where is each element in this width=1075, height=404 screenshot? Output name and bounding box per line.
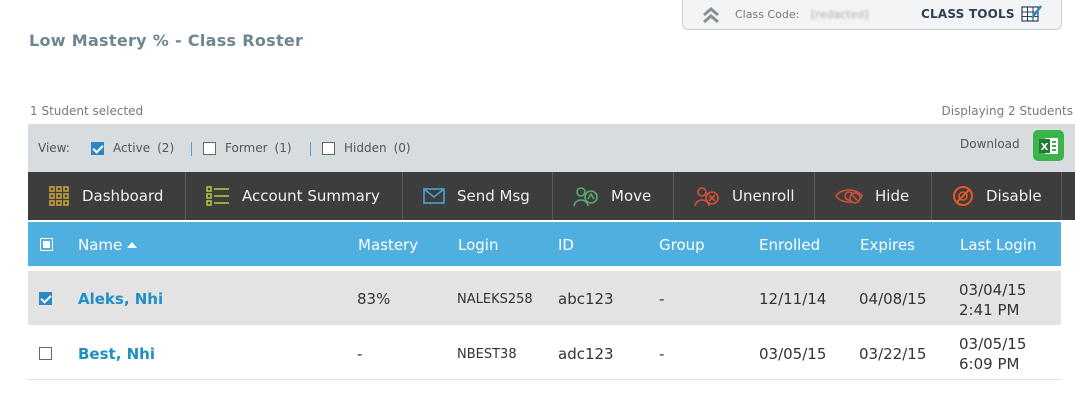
filter-hidden-count: (0)	[393, 141, 411, 155]
last-login-time: 2:41 PM	[959, 301, 1020, 319]
page-title: Low Mastery % - Class Roster	[29, 31, 304, 50]
dashboard-label: Dashboard	[82, 187, 164, 205]
column-header-enrolled[interactable]: Enrolled	[759, 236, 820, 254]
move-button[interactable]: Move	[553, 172, 674, 220]
hide-label: Hide	[875, 187, 910, 205]
disable-icon	[953, 186, 973, 206]
selected-count: 1 Student selected	[30, 104, 144, 118]
filter-former-count: (1)	[274, 141, 292, 155]
filter-separator	[191, 142, 192, 156]
column-header-expires[interactable]: Expires	[860, 236, 915, 254]
filter-active-label: Active	[113, 141, 151, 155]
move-icon	[573, 187, 598, 207]
table-row[interactable]: Aleks, Nhi 83% NALEKS258 abc123 - 12/11/…	[28, 271, 1061, 325]
send-msg-label: Send Msg	[457, 187, 530, 205]
filter-hidden-label: Hidden	[344, 141, 387, 155]
row-checkbox[interactable]	[39, 347, 52, 360]
hide-eye-icon	[835, 189, 863, 204]
expires-cell: 03/22/15	[859, 345, 927, 363]
unenroll-label: Unenroll	[732, 187, 795, 205]
filter-hidden[interactable]: Hidden (0)	[322, 141, 411, 155]
last-login-date: 03/05/15	[959, 335, 1027, 353]
roster-table-header: Name Mastery Login ID Group Enrolled Exp…	[28, 222, 1061, 266]
column-header-name[interactable]: Name	[78, 236, 138, 254]
expires-cell: 04/08/15	[859, 290, 927, 308]
class-code-label: Class Code:	[735, 8, 800, 21]
column-header-group[interactable]: Group	[659, 236, 705, 254]
account-summary-label: Account Summary	[242, 187, 380, 205]
filter-active-count: (2)	[157, 141, 175, 155]
displaying-count: Displaying 2 Students	[941, 104, 1073, 118]
mastery-cell: -	[357, 345, 363, 363]
download-label: Download	[960, 137, 1020, 151]
account-summary-button[interactable]: Account Summary	[186, 172, 403, 220]
action-toolbar: Dashboard Account Summary Send Msg Move	[28, 172, 1075, 220]
svg-text:X: X	[1040, 142, 1048, 153]
sort-ascending-icon	[127, 241, 138, 248]
last-login-date: 03/04/15	[959, 281, 1027, 299]
send-msg-button[interactable]: Send Msg	[403, 172, 553, 220]
filter-active[interactable]: Active (2)	[91, 141, 174, 155]
student-name-link[interactable]: Aleks, Nhi	[78, 290, 163, 308]
class-tools-button[interactable]: CLASS TOOLS	[921, 7, 1015, 21]
class-tools-panel: Class Code: [redacted] CLASS TOOLS	[682, 0, 1062, 30]
id-cell: abc123	[558, 290, 614, 308]
last-login-time: 6:09 PM	[959, 355, 1020, 373]
filter-former[interactable]: Former (1)	[203, 141, 292, 155]
dashboard-grid-icon	[49, 186, 69, 206]
group-cell: -	[659, 345, 665, 363]
column-header-last-login[interactable]: Last Login	[960, 236, 1036, 254]
disable-button[interactable]: Disable	[932, 172, 1062, 220]
filter-former-label: Former	[225, 141, 268, 155]
mastery-cell: 83%	[357, 290, 391, 308]
last-login-cell: 03/04/15 2:41 PM	[959, 280, 1026, 320]
table-row[interactable]: Best, Nhi - NBEST38 adc123 - 03/05/15 03…	[28, 326, 1061, 380]
enrolled-cell: 03/05/15	[759, 345, 827, 363]
row-checkbox[interactable]	[39, 292, 52, 305]
column-header-mastery[interactable]: Mastery	[358, 236, 418, 254]
column-header-login[interactable]: Login	[458, 236, 498, 254]
view-filter-bar: View: Active (2) Former (1) Hidden (0) D…	[28, 124, 1075, 172]
id-cell: adc123	[558, 345, 614, 363]
former-checkbox[interactable]	[203, 141, 216, 155]
unenroll-icon	[694, 187, 719, 207]
student-name-link[interactable]: Best, Nhi	[78, 345, 155, 363]
login-cell: NALEKS258	[457, 292, 533, 307]
select-all-checkbox[interactable]	[40, 238, 53, 251]
enrolled-cell: 12/11/14	[759, 290, 827, 308]
excel-download-icon[interactable]: X	[1033, 130, 1064, 161]
filter-separator	[310, 142, 311, 156]
class-tools-icon[interactable]	[1021, 4, 1043, 22]
last-login-cell: 03/05/15 6:09 PM	[959, 334, 1026, 374]
active-checkbox[interactable]	[91, 141, 104, 155]
hide-button[interactable]: Hide	[815, 172, 932, 220]
collapse-chevron-icon[interactable]	[701, 5, 721, 25]
account-list-icon	[206, 186, 229, 206]
column-header-id[interactable]: ID	[558, 236, 574, 254]
move-label: Move	[611, 187, 652, 205]
view-label: View:	[38, 141, 70, 155]
login-cell: NBEST38	[457, 347, 517, 362]
hidden-checkbox[interactable]	[322, 141, 335, 155]
dashboard-button[interactable]: Dashboard	[28, 172, 186, 220]
disable-label: Disable	[986, 187, 1042, 205]
envelope-icon	[423, 188, 445, 204]
class-code-value: [redacted]	[811, 8, 869, 21]
unenroll-button[interactable]: Unenroll	[674, 172, 815, 220]
group-cell: -	[659, 290, 665, 308]
column-header-name-label: Name	[78, 236, 123, 254]
